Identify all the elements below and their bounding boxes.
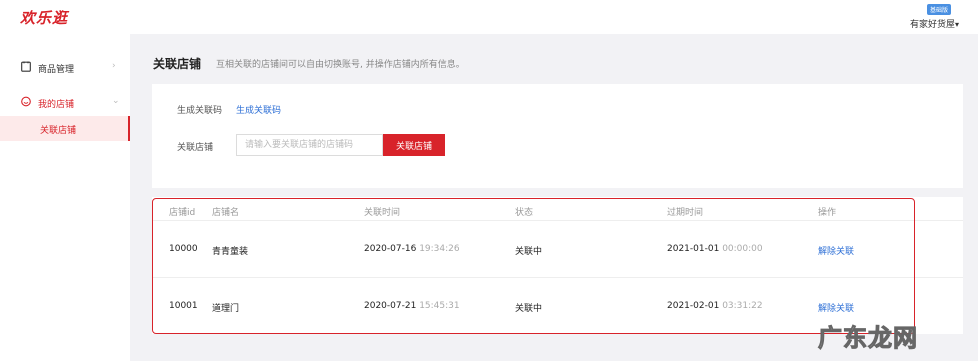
- column-header: 店铺id: [169, 208, 196, 218]
- chevron-right-icon: ›: [112, 61, 116, 71]
- shop-code-input[interactable]: [236, 134, 383, 156]
- link-shop-button[interactable]: 关联店铺: [383, 134, 445, 156]
- expire-date: 2021-02-01: [667, 301, 720, 311]
- brand-logo[interactable]: 欢乐逛: [20, 7, 68, 28]
- linked-date: 2020-07-21: [364, 301, 417, 311]
- caret-down-icon: ▾: [955, 20, 960, 29]
- unlink-button[interactable]: 解除关联: [818, 301, 854, 314]
- generate-code-link[interactable]: 生成关联码: [236, 103, 281, 116]
- shop-id: 10001: [169, 301, 198, 311]
- shop-name: 道理门: [212, 304, 240, 314]
- sidebar: 商品管理 › 我的店铺 ⌄ 关联店铺: [0, 34, 130, 361]
- edition-badge: 基础版: [927, 4, 952, 15]
- expire-time: 2021-02-01 03:31:22: [667, 301, 763, 311]
- sidebar-item-label: 我的店铺: [38, 100, 75, 110]
- expire-time: 2021-01-01 00:00:00: [667, 244, 763, 254]
- smile-icon: [21, 96, 31, 107]
- column-header: 关联时间: [364, 208, 401, 218]
- shop-id: 10000: [169, 244, 198, 254]
- linked-date: 2020-07-16: [364, 244, 417, 254]
- column-header: 状态: [515, 208, 534, 218]
- sidebar-item-product-management[interactable]: 商品管理 ›: [0, 54, 130, 80]
- shop-switcher[interactable]: 有家好货屋▾: [910, 17, 959, 30]
- page-description: 互相关联的店铺间可以自由切换账号, 并操作店铺内所有信息。: [216, 60, 465, 70]
- unlink-button[interactable]: 解除关联: [818, 244, 854, 257]
- document-icon: [21, 61, 31, 72]
- shop-name: 青青童装: [212, 247, 249, 257]
- expire-clock: 00:00:00: [722, 244, 763, 254]
- sidebar-item-my-shop[interactable]: 我的店铺 ⌄: [0, 89, 130, 115]
- watermark: 广东龙网: [818, 324, 918, 353]
- sidebar-subitem-label: 关联店铺: [40, 126, 77, 136]
- status: 关联中: [515, 247, 543, 257]
- sidebar-subitem-linked-shops[interactable]: 关联店铺: [0, 116, 130, 141]
- linked-time: 2020-07-21 15:45:31: [364, 301, 460, 311]
- shop-name: 有家好货屋: [910, 20, 956, 30]
- linked-clock: 15:45:31: [419, 301, 460, 311]
- header-divider: [152, 220, 963, 221]
- sidebar-item-label: 商品管理: [38, 65, 75, 75]
- linked-clock: 19:34:26: [419, 244, 460, 254]
- page-title: 关联店铺: [153, 57, 202, 71]
- column-header: 过期时间: [667, 208, 704, 218]
- expire-date: 2021-01-01: [667, 244, 720, 254]
- chevron-down-icon: ⌄: [112, 96, 120, 106]
- expire-clock: 03:31:22: [722, 301, 763, 311]
- code-label: 生成关联码: [177, 106, 223, 116]
- column-header: 操作: [818, 208, 837, 218]
- status: 关联中: [515, 304, 543, 314]
- top-bar: 欢乐逛 基础版 有家好货屋▾: [0, 0, 978, 34]
- row-divider: [152, 277, 963, 278]
- column-header: 店铺名: [212, 208, 240, 218]
- linked-time: 2020-07-16 19:34:26: [364, 244, 460, 254]
- shop-label: 关联店铺: [177, 143, 214, 153]
